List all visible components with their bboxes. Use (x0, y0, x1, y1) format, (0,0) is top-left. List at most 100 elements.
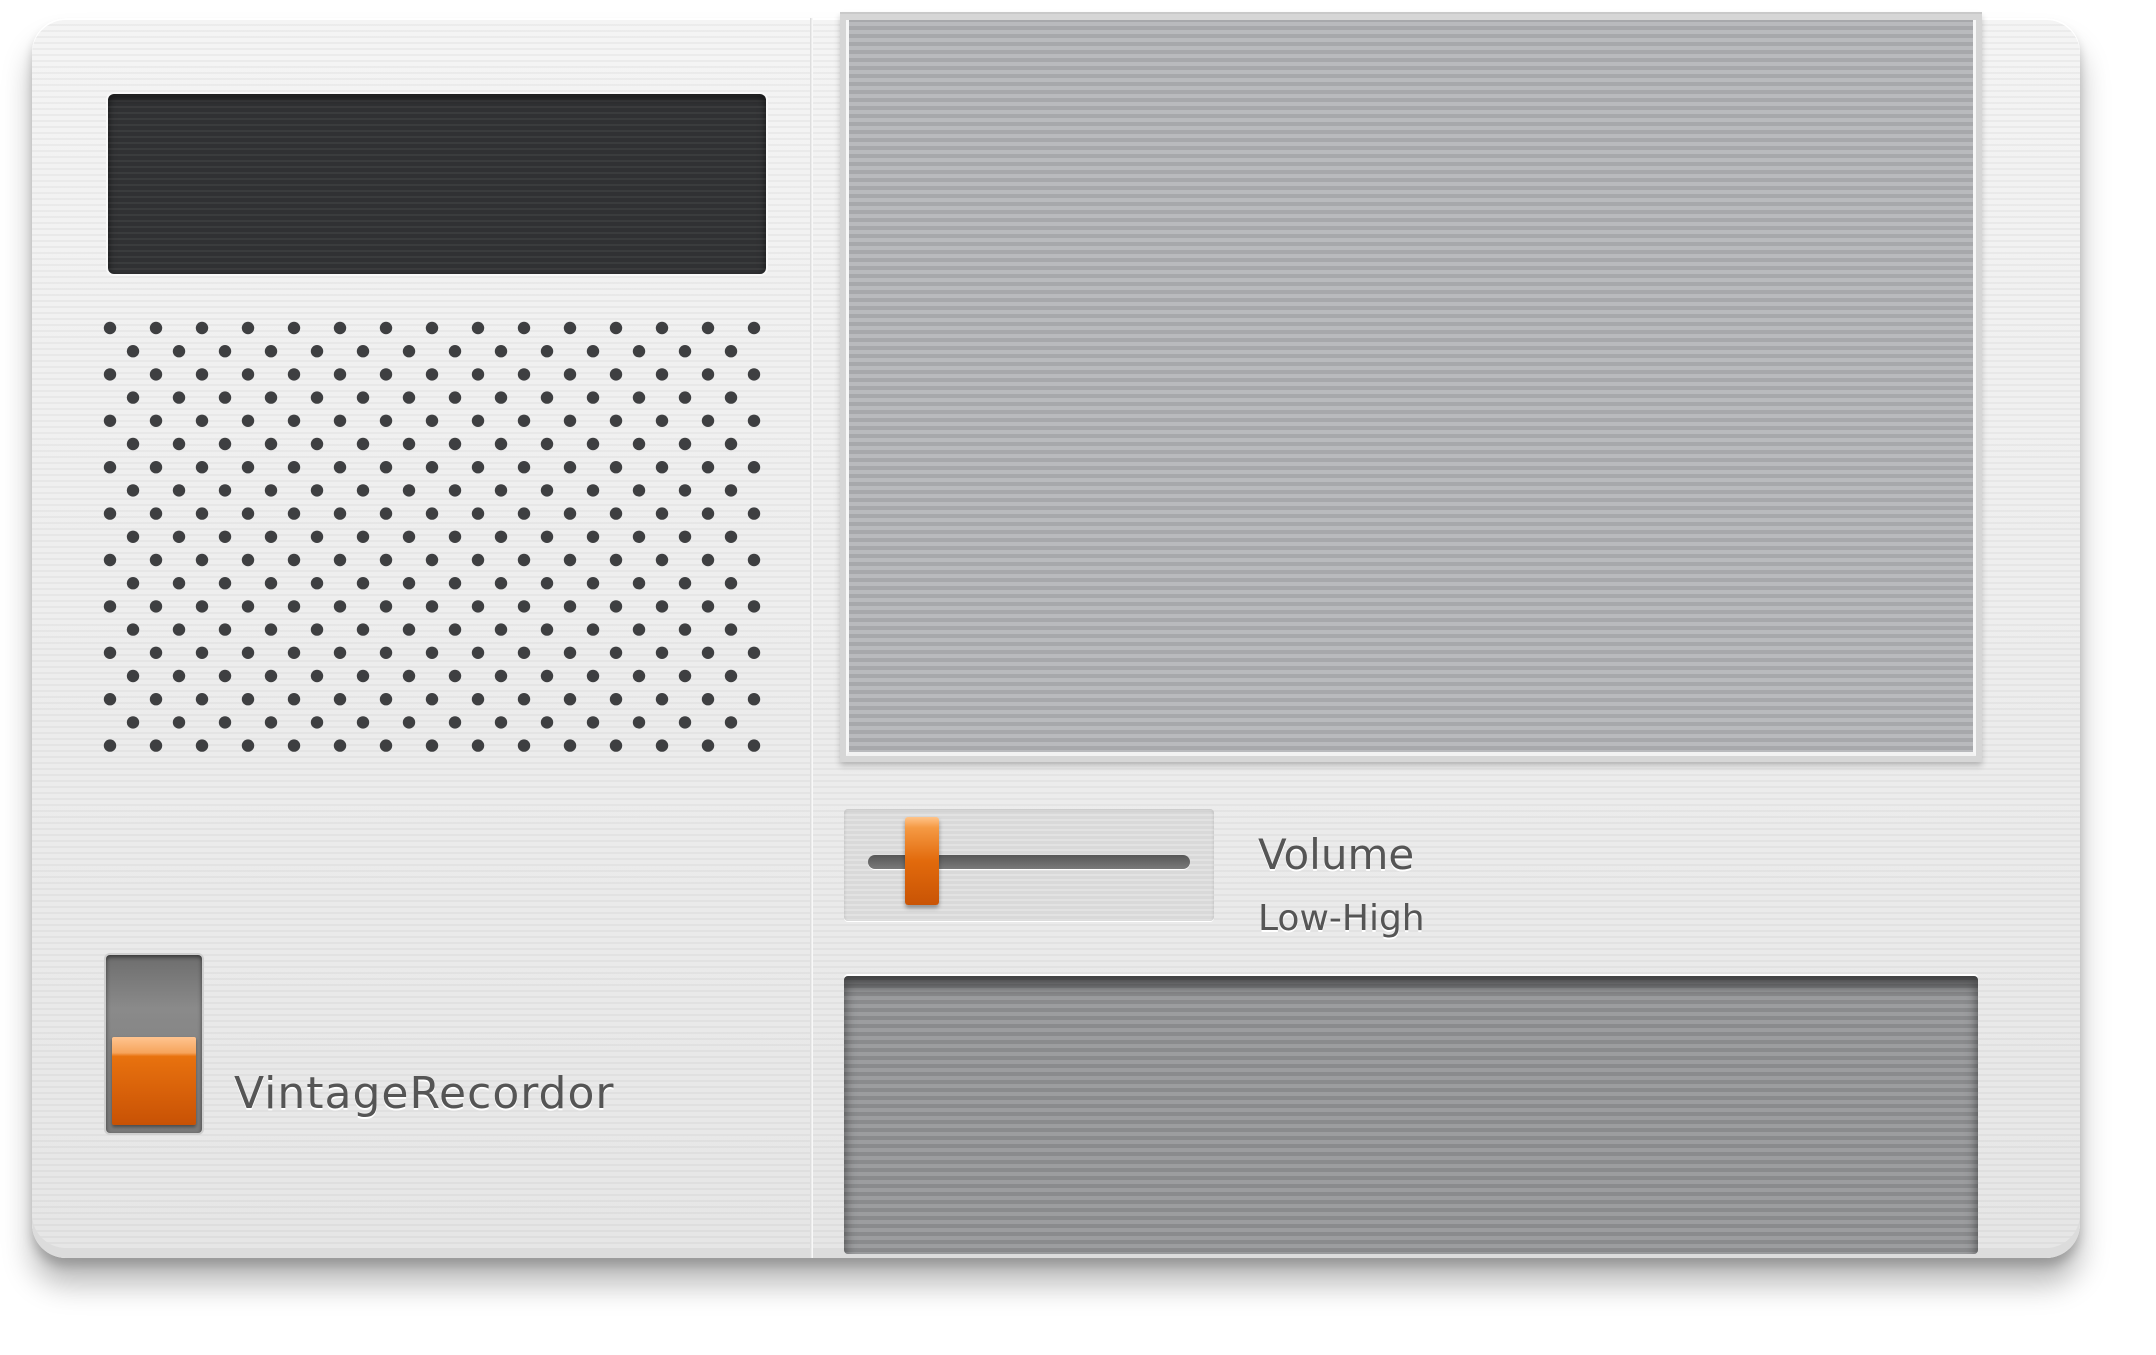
speaker-hole (517, 461, 531, 474)
speaker-hole (425, 693, 439, 706)
recorder-body: VintageRecordor Volume Low-High (32, 12, 2080, 1258)
speaker-hole (609, 414, 623, 427)
speaker-hole (494, 391, 508, 404)
speaker-hole (655, 553, 669, 567)
speaker-hole (471, 600, 485, 613)
speaker-hole (379, 693, 393, 706)
speaker-hole (425, 553, 439, 567)
speaker-hole (471, 739, 485, 752)
speaker-hole (678, 345, 692, 358)
speaker-hole (241, 368, 255, 381)
speaker-hole (517, 553, 531, 567)
speaker-hole (586, 391, 600, 404)
speaker-hole (287, 321, 301, 335)
speaker-hole (149, 646, 163, 659)
speaker-hole (287, 461, 301, 474)
speaker-hole (149, 368, 163, 381)
speaker-hole (103, 321, 117, 335)
speaker-hole (241, 461, 255, 474)
speaker-hole (563, 553, 577, 567)
speaker-hole (494, 669, 508, 683)
speaker-hole (310, 577, 324, 590)
speaker-hole (103, 693, 117, 706)
speaker-hole (701, 693, 715, 706)
speaker-hole (149, 461, 163, 474)
speaker-hole (448, 530, 462, 543)
speaker-hole (149, 600, 163, 613)
speaker-hole (287, 507, 301, 520)
speaker-hole (333, 461, 347, 474)
speaker-hole (540, 669, 554, 683)
speaker-hole (264, 391, 278, 404)
lcd-display (108, 94, 766, 274)
speaker-hole (218, 530, 232, 543)
speaker-hole (471, 368, 485, 381)
speaker-hole (379, 321, 393, 335)
speaker-hole (563, 507, 577, 520)
brand-label: VintageRecordor (234, 1068, 615, 1119)
speaker-hole (103, 739, 117, 752)
speaker-hole (218, 623, 232, 636)
speaker-hole (494, 484, 508, 497)
speaker-hole (402, 530, 416, 543)
speaker-hole (678, 716, 692, 729)
speaker-hole (287, 600, 301, 613)
speaker-hole (379, 461, 393, 474)
speaker-hole (310, 345, 324, 358)
speaker-hole (149, 321, 163, 335)
speaker-hole (609, 553, 623, 567)
speaker-hole (701, 600, 715, 613)
speaker-hole (517, 368, 531, 381)
speaker-hole (126, 716, 140, 729)
speaker-hole (655, 461, 669, 474)
speaker-hole (586, 669, 600, 683)
power-switch-knob[interactable] (112, 1037, 196, 1125)
speaker-hole (402, 577, 416, 590)
speaker-hole (241, 600, 255, 613)
speaker-hole (471, 321, 485, 335)
speaker-holes (103, 321, 761, 752)
speaker-hole (264, 577, 278, 590)
speaker-hole (586, 577, 600, 590)
speaker-hole (264, 530, 278, 543)
speaker-hole (655, 321, 669, 335)
speaker-hole (678, 577, 692, 590)
speaker-hole (333, 414, 347, 427)
speaker-hole (609, 693, 623, 706)
speaker-hole (195, 368, 209, 381)
speaker-hole (563, 739, 577, 752)
speaker-hole (425, 414, 439, 427)
speaker-hole (586, 437, 600, 451)
speaker-hole (356, 577, 370, 590)
speaker-hole (218, 484, 232, 497)
speaker-hole (126, 669, 140, 683)
speaker-hole (195, 646, 209, 659)
speaker-hole (747, 461, 761, 474)
panel-divider (810, 18, 813, 1258)
speaker-hole (402, 391, 416, 404)
speaker-hole (471, 553, 485, 567)
speaker-hole (540, 623, 554, 636)
speaker-hole (241, 414, 255, 427)
power-switch[interactable] (106, 955, 202, 1133)
speaker-hole (609, 321, 623, 335)
volume-slider-thumb[interactable] (905, 817, 940, 905)
speaker-hole (126, 484, 140, 497)
speaker-hole (126, 577, 140, 590)
speaker-hole (264, 669, 278, 683)
speaker-hole (287, 414, 301, 427)
speaker-hole (632, 391, 646, 404)
speaker-hole (701, 461, 715, 474)
speaker-hole (172, 530, 186, 543)
speaker-hole (379, 553, 393, 567)
speaker-hole (678, 669, 692, 683)
speaker-hole (172, 577, 186, 590)
speaker-hole (402, 623, 416, 636)
tape-well (844, 976, 1978, 1254)
volume-slider[interactable] (844, 809, 1214, 921)
speaker-hole (402, 437, 416, 451)
speaker-hole (310, 716, 324, 729)
speaker-hole (241, 646, 255, 659)
speaker-hole (126, 530, 140, 543)
speaker-hole (287, 646, 301, 659)
